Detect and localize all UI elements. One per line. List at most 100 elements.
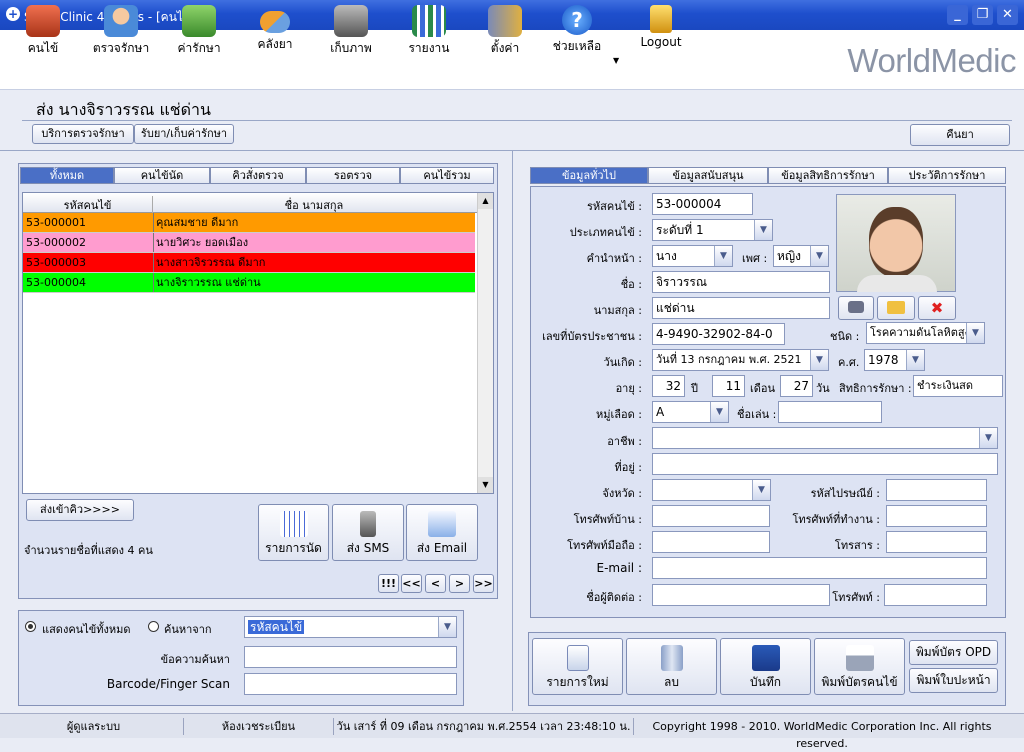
- scroll-down-icon[interactable]: ▼: [478, 477, 493, 493]
- vertical-scrollbar[interactable]: ▲ ▼: [477, 193, 493, 493]
- minimize-button[interactable]: _: [947, 5, 968, 25]
- search-text-input[interactable]: [244, 646, 457, 668]
- idcard-input[interactable]: 4-9490-32902-84-0: [652, 323, 785, 345]
- brand-logo: WorldMedic: [847, 42, 1016, 79]
- tab-rights-info[interactable]: ข้อมูลสิทธิการรักษา: [768, 167, 888, 184]
- nav-next-button[interactable]: >: [449, 574, 470, 593]
- age-months-input[interactable]: 11: [712, 375, 745, 397]
- table-row[interactable]: 53-000002 นายวิศวะ ยอดเมือง: [23, 233, 475, 253]
- toolbar-patient-button[interactable]: คนไข้: [8, 3, 78, 59]
- age-days-input[interactable]: 27: [780, 375, 813, 397]
- nav-prev-button[interactable]: <: [425, 574, 446, 593]
- toolbar-photo-button[interactable]: เก็บภาพ: [316, 3, 386, 59]
- disease-select[interactable]: โรคความดันโลหิตสูง ▼: [866, 322, 985, 344]
- toolbar-pharmacy-button[interactable]: คลังยา: [240, 3, 310, 59]
- tab-appointment[interactable]: คนไข้นัด: [114, 167, 210, 184]
- send-sms-button[interactable]: ส่ง SMS: [332, 504, 404, 561]
- toolbar-help-button[interactable]: ? ช่วยเหลือ: [542, 3, 612, 59]
- work-phone-input[interactable]: [886, 505, 987, 527]
- table-row[interactable]: 53-000003 นางสาวจิรวรรณ ดีมาก: [23, 253, 475, 273]
- sex-select[interactable]: หญิง ▼: [773, 245, 829, 267]
- hn-input[interactable]: 53-000004: [652, 193, 753, 215]
- scroll-up-icon[interactable]: ▲: [478, 193, 493, 209]
- ce-year-select[interactable]: 1978 ▼: [864, 349, 925, 371]
- contact-phone-input[interactable]: [884, 584, 987, 606]
- toolbar-fee-button[interactable]: ค่ารักษา: [164, 3, 234, 59]
- toolbar-logout-button[interactable]: Logout: [626, 3, 696, 59]
- tab-waiting[interactable]: รอตรวจ: [306, 167, 400, 184]
- occupation-select[interactable]: ▼: [652, 427, 998, 449]
- fax-input[interactable]: [886, 531, 987, 553]
- treatment-right-input[interactable]: ชำระเงินสด: [913, 375, 1003, 397]
- pay-button[interactable]: รับยา/เก็บค่ารักษา: [134, 124, 234, 144]
- age-years-input[interactable]: 32: [652, 375, 685, 397]
- status-copyright: Copyright 1998 - 2010. WorldMedic Corpor…: [652, 720, 992, 750]
- camera-icon: [848, 301, 864, 313]
- table-header: รหัสคนไข้ ชื่อ นามสกุล: [23, 193, 477, 214]
- email-icon: [428, 511, 456, 537]
- restore-button[interactable]: ❐: [972, 5, 993, 25]
- print-cover-sheet-button[interactable]: พิมพ์ใบปะหน้า: [909, 668, 998, 693]
- table-row[interactable]: 53-000001 คุณสมชาย ดีมาก: [23, 213, 475, 233]
- prefix-select[interactable]: นาง ▼: [652, 245, 733, 267]
- blood-group-select[interactable]: A ▼: [652, 401, 729, 423]
- lock-icon: [650, 5, 672, 33]
- print-opd-card-button[interactable]: พิมพ์บัตร OPD: [909, 640, 998, 665]
- tab-exam-queue[interactable]: คิวสั่งตรวจ: [210, 167, 306, 184]
- dob-picker[interactable]: วันที่ 13 กรกฎาคม พ.ศ. 2521 ▼: [652, 349, 829, 371]
- delete-button[interactable]: ลบ: [626, 638, 717, 695]
- close-button[interactable]: ✕: [997, 5, 1018, 25]
- search-text-label: ข้อความค้นหา: [160, 653, 230, 666]
- mobile-phone-icon: [360, 511, 376, 537]
- barcode-input[interactable]: [244, 673, 457, 695]
- nav-mark-button[interactable]: !!!: [378, 574, 399, 593]
- first-name-input[interactable]: จิราวรรณ: [652, 271, 830, 293]
- book-icon: [26, 5, 60, 37]
- send-email-button[interactable]: ส่ง Email: [406, 504, 478, 561]
- camera-icon: [334, 5, 368, 37]
- help-dropdown-arrow-icon[interactable]: ▼: [613, 56, 619, 65]
- province-select[interactable]: ▼: [652, 479, 771, 501]
- occupation-label: อาชีพ :: [607, 435, 642, 448]
- delete-photo-button[interactable]: ✖: [918, 296, 956, 320]
- send-to-queue-button[interactable]: ส่งเข้าคิว>>>>: [26, 499, 134, 521]
- nickname-label: ชื่อเล่น :: [737, 408, 777, 421]
- nav-last-button[interactable]: >>: [473, 574, 494, 593]
- return-drug-button[interactable]: คืนยา: [910, 124, 1010, 146]
- nickname-input[interactable]: [778, 401, 882, 423]
- last-name-label: นามสกุล :: [593, 304, 642, 317]
- table-row[interactable]: 53-000004 นางจิราวรรณ แช่ด่าน: [23, 273, 475, 293]
- save-button[interactable]: บันทึก: [720, 638, 811, 695]
- status-user: ผู้ดูแลระบบ: [4, 718, 184, 735]
- toolbar-settings-button[interactable]: ตั้งค่า: [470, 3, 540, 59]
- home-phone-input[interactable]: [652, 505, 770, 527]
- toolbar-exam-button[interactable]: ตรวจรักษา: [86, 3, 156, 59]
- trash-icon: [660, 645, 683, 671]
- camera-button[interactable]: [838, 296, 874, 320]
- last-name-input[interactable]: แช่ด่าน: [652, 297, 830, 319]
- service-button[interactable]: บริการตรวจรักษา: [32, 124, 134, 144]
- tab-general-info[interactable]: ข้อมูลทั่วไป: [530, 167, 648, 184]
- patient-type-select[interactable]: ระดับที่ 1 ▼: [652, 219, 773, 241]
- appointments-button[interactable]: รายการนัด: [258, 504, 329, 561]
- tab-support-info[interactable]: ข้อมูลสนับสนุน: [648, 167, 768, 184]
- open-photo-button[interactable]: [877, 296, 915, 320]
- print-patient-card-button[interactable]: พิมพ์บัตรคนไข้: [814, 638, 905, 695]
- chevron-down-icon: ▼: [966, 323, 984, 343]
- radio-search-by[interactable]: [148, 621, 159, 632]
- mobile-input[interactable]: [652, 531, 770, 553]
- nav-first-button[interactable]: <<: [401, 574, 422, 593]
- radio-show-all[interactable]: [25, 621, 36, 632]
- toolbar-report-button[interactable]: รายงาน: [394, 3, 464, 59]
- divider: [512, 151, 513, 711]
- search-field-select[interactable]: รหัสคนไข้ ▼: [244, 616, 457, 638]
- tab-history[interactable]: ประวัติการรักษา: [888, 167, 1006, 184]
- zip-input[interactable]: [886, 479, 987, 501]
- new-record-button[interactable]: รายการใหม่: [532, 638, 623, 695]
- tab-all[interactable]: ทั้งหมด: [20, 167, 114, 184]
- email-input[interactable]: [652, 557, 987, 579]
- years-unit: ปี: [691, 382, 698, 395]
- address-input[interactable]: [652, 453, 998, 475]
- ce-label: ค.ศ.: [838, 356, 860, 369]
- tab-all-patients[interactable]: คนไข้รวม: [400, 167, 494, 184]
